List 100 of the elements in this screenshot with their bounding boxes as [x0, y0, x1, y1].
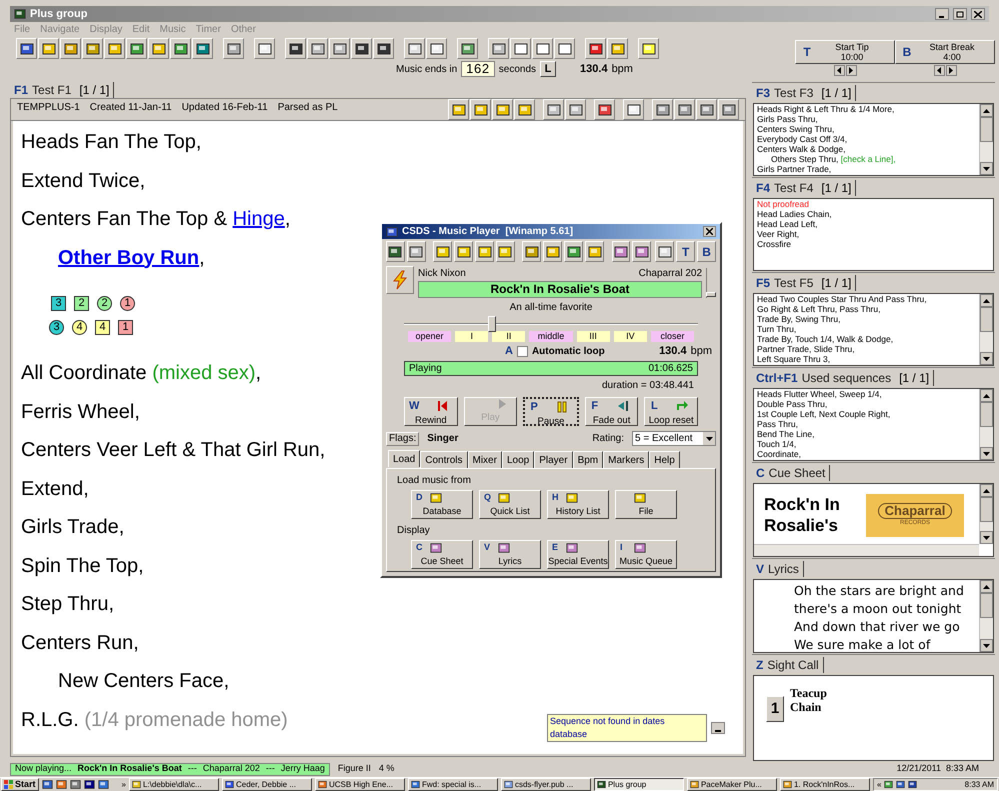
toolbar-button[interactable]: [522, 241, 542, 262]
scroll-down-icon[interactable]: [980, 352, 993, 365]
taskbar-item[interactable]: Ceder, Debbie ...: [222, 778, 312, 791]
sight-call-number[interactable]: 1: [766, 696, 784, 722]
key-button[interactable]: B: [697, 241, 716, 262]
close-button[interactable]: [703, 226, 716, 237]
load-button[interactable]: D Database: [411, 490, 473, 519]
player-tab[interactable]: Player: [534, 451, 573, 468]
toolbar-button[interactable]: [674, 99, 695, 120]
toolbar-button[interactable]: [192, 38, 213, 59]
scrollbar[interactable]: [979, 484, 993, 544]
toolbar-button[interactable]: [554, 38, 575, 59]
load-button[interactable]: Q Quick List: [479, 490, 541, 519]
taskbar-item[interactable]: Fwd: special is...: [408, 778, 498, 791]
toolbar-button[interactable]: [543, 99, 564, 120]
player-tab[interactable]: Bpm: [572, 451, 604, 468]
toolbar-button[interactable]: [607, 38, 628, 59]
scroll-up-icon[interactable]: [980, 104, 993, 117]
restore-button[interactable]: [953, 8, 967, 20]
section-marker[interactable]: opener: [408, 331, 452, 342]
toolbar-button[interactable]: [373, 38, 394, 59]
player-tab[interactable]: Mixer: [468, 451, 502, 468]
toolbar-button[interactable]: [404, 38, 425, 59]
toolbar-button[interactable]: [170, 38, 191, 59]
minimize-button[interactable]: [935, 8, 949, 20]
load-button[interactable]: I Music Queue: [615, 540, 677, 569]
call-link[interactable]: Hinge: [232, 208, 285, 230]
scroll-thumb[interactable]: [980, 497, 993, 522]
toolbar-button[interactable]: [594, 99, 615, 120]
toolbar-button[interactable]: [655, 241, 674, 262]
increase-button[interactable]: [846, 65, 856, 76]
toolbar-button[interactable]: [564, 241, 584, 262]
flags-button[interactable]: Flags:: [386, 432, 420, 446]
rating-dropdown[interactable]: 5 = Excellent: [632, 431, 716, 446]
toolbar-button[interactable]: [223, 38, 244, 59]
player-tab[interactable]: Controls: [420, 451, 468, 468]
toolbar-button[interactable]: [426, 38, 447, 59]
toolbar-button[interactable]: [148, 38, 169, 59]
toolbar-button[interactable]: [652, 99, 673, 120]
call-link[interactable]: Other Boy Run: [58, 246, 200, 268]
section-marker[interactable]: middle: [529, 331, 573, 342]
scrollbar[interactable]: [979, 104, 993, 175]
toolbar-button[interactable]: [612, 241, 630, 262]
toolbar-button[interactable]: [510, 38, 531, 59]
section-marker[interactable]: IV: [614, 331, 647, 342]
toolbar-button[interactable]: [514, 99, 535, 120]
toolbar-button[interactable]: [406, 241, 426, 262]
scrollbar[interactable]: [979, 580, 993, 652]
taskbar-item[interactable]: 1. Rock'nInRos...: [780, 778, 870, 791]
load-button[interactable]: V Lyrics: [479, 540, 541, 569]
taskbar-item[interactable]: UCSB High Ene...: [314, 778, 405, 791]
key-button[interactable]: T: [676, 241, 696, 262]
toolbar-button[interactable]: [307, 38, 328, 59]
scroll-thumb[interactable]: [980, 402, 993, 427]
lightning-button[interactable]: [386, 266, 414, 294]
start-button[interactable]: Start: [1, 778, 39, 791]
transport-button[interactable]: F Fade out: [584, 397, 638, 426]
timer-button[interactable]: T Start Tip 10:00: [795, 40, 895, 64]
toolbar-button[interactable]: [285, 38, 306, 59]
toolbar-button[interactable]: [638, 38, 659, 59]
toolbar-button[interactable]: [718, 99, 739, 120]
toolbar-button[interactable]: [433, 241, 452, 262]
tray-expand-button[interactable]: «: [876, 778, 882, 790]
taskbar-item[interactable]: PaceMaker Plu...: [686, 778, 777, 791]
toolbar-button[interactable]: [16, 38, 37, 59]
player-tab[interactable]: Loop: [502, 451, 534, 468]
toolbar-button[interactable]: [104, 38, 125, 59]
toolbar-button[interactable]: [82, 38, 103, 59]
player-tab[interactable]: Load: [388, 450, 420, 467]
toolbar-button[interactable]: [565, 99, 586, 120]
toolbar-button[interactable]: [623, 99, 644, 120]
section-marker[interactable]: II: [492, 331, 526, 342]
minimize-button[interactable]: [711, 722, 725, 734]
toolbar-button[interactable]: [351, 38, 372, 59]
load-button[interactable]: File: [615, 490, 677, 519]
scroll-thumb[interactable]: [980, 117, 993, 142]
scroll-up-icon[interactable]: [980, 294, 993, 307]
decrease-button[interactable]: [834, 65, 844, 76]
taskbar-item[interactable]: Plus group: [594, 778, 684, 791]
player-tab[interactable]: Help: [649, 451, 680, 468]
load-button[interactable]: C Cue Sheet: [411, 540, 473, 569]
more-button[interactable]: »: [122, 778, 126, 790]
toolbar-button[interactable]: [696, 99, 717, 120]
scroll-down-icon[interactable]: [980, 447, 993, 460]
transport-button[interactable]: P Pause: [523, 397, 579, 426]
toolbar-button[interactable]: [543, 241, 562, 262]
volume-track[interactable]: [706, 268, 716, 298]
toolbar-button[interactable]: [126, 38, 147, 59]
taskbar-item[interactable]: csds-flyer.pub ...: [500, 778, 591, 791]
toolbar-button[interactable]: [475, 241, 494, 262]
taskbar-item[interactable]: L:\debbie\dla\c...: [128, 778, 219, 791]
section-marker[interactable]: closer: [650, 331, 694, 342]
transport-button[interactable]: L Loop reset: [644, 397, 698, 426]
toolbar-button[interactable]: [329, 38, 350, 59]
toolbar-button[interactable]: [60, 38, 81, 59]
toolbar-button[interactable]: [454, 241, 474, 262]
toolbar-button[interactable]: [492, 99, 513, 120]
transport-button[interactable]: W Rewind: [404, 397, 458, 426]
decrease-button[interactable]: [934, 65, 944, 76]
section-marker[interactable]: I: [455, 331, 488, 342]
